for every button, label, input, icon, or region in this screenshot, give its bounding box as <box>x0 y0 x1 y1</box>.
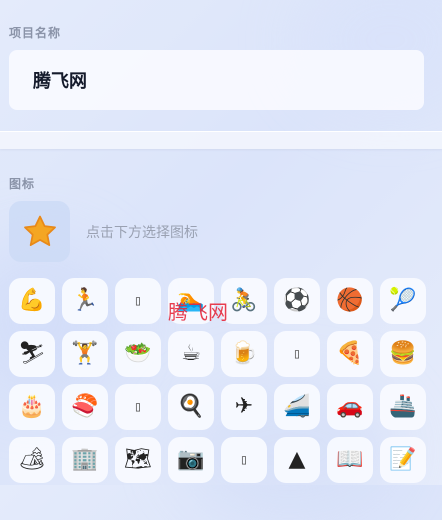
triangle-up-icon: ▲ <box>288 447 306 472</box>
icon-option[interactable]: 📖 <box>327 437 373 483</box>
missing-glyph-icon: ▯ <box>239 452 249 468</box>
icon-option[interactable]: 🚄 <box>274 384 320 430</box>
pizza-slice-icon: 🍕 <box>336 341 364 366</box>
swimming-person-icon: 🏊 <box>177 288 205 313</box>
airplane-icon: ✈ <box>234 394 254 419</box>
memo-icon: 📝 <box>389 447 417 472</box>
icon-option[interactable]: 📷 <box>168 437 214 483</box>
icon-section-label: 图标 <box>9 177 36 191</box>
running-person-icon: 🏃 <box>71 288 99 313</box>
birthday-cake-icon: 🎂 <box>18 394 46 419</box>
bullet-train-icon: 🚄 <box>283 394 311 419</box>
icon-option[interactable]: ▯ <box>115 278 161 324</box>
icon-grid: 💪 🏃 ▯ 🏊 🚴 ⚽ 🏀 🎾 ⛷ 🏋 🥗 ☕ 🍺 ▯ 🍕 🍔 🎂 🍣 ▯ 🍳 ✈ 🚄 🚗 🚢 🏕 🏢 🗺 📷 ▯ ▲ 📖 📝 <box>9 278 426 483</box>
icon-select-hint: 点击下方选择图标 <box>86 225 198 241</box>
car-icon: 🚗 <box>336 394 364 419</box>
icon-option[interactable]: ▲ <box>274 437 320 483</box>
tennis-racket-icon: 🎾 <box>389 288 417 313</box>
weightlifter-icon: 🏋 <box>71 341 99 366</box>
flexed-biceps-icon: 💪 <box>18 288 46 313</box>
sushi-icon: 🍣 <box>71 394 99 419</box>
ship-icon: 🚢 <box>389 394 417 419</box>
icon-option[interactable]: 🚢 <box>380 384 426 430</box>
icon-option[interactable]: ⚽ <box>274 278 320 324</box>
project-name-field[interactable]: 腾飞网 <box>9 50 424 110</box>
icon-option[interactable]: 📝 <box>380 437 426 483</box>
frying-pan-icon: 🍳 <box>177 394 205 419</box>
basketball-hoop-icon: 🏀 <box>336 288 364 313</box>
camping-icon: 🏕 <box>18 447 46 472</box>
icon-option[interactable]: 🚗 <box>327 384 373 430</box>
missing-glyph-icon: ▯ <box>292 346 302 362</box>
icon-option[interactable]: 🗺 <box>115 437 161 483</box>
beer-mug-icon: 🍺 <box>230 341 258 366</box>
missing-glyph-icon: ▯ <box>133 293 143 309</box>
icon-option[interactable]: ▯ <box>115 384 161 430</box>
icon-option[interactable]: 🎂 <box>9 384 55 430</box>
icon-option[interactable]: 🏢 <box>62 437 108 483</box>
soccer-ball-icon: ⚽ <box>283 288 311 313</box>
icon-option[interactable]: ▯ <box>274 331 320 377</box>
icon-option[interactable]: 🏊 <box>168 278 214 324</box>
icon-option[interactable]: 🏀 <box>327 278 373 324</box>
missing-glyph-icon: ▯ <box>133 399 143 415</box>
icon-option[interactable]: ▯ <box>221 437 267 483</box>
skier-icon: ⛷ <box>18 341 46 366</box>
icon-option[interactable]: 🚴 <box>221 278 267 324</box>
icon-option[interactable]: 🏕 <box>9 437 55 483</box>
section-divider <box>0 131 442 149</box>
selected-icon-preview[interactable] <box>9 201 70 262</box>
coffee-cup-icon: ☕ <box>181 341 201 366</box>
icon-option[interactable]: 🏋 <box>62 331 108 377</box>
hamburger-icon: 🍔 <box>389 341 417 366</box>
icon-option[interactable]: 🍳 <box>168 384 214 430</box>
icon-option[interactable]: 🍕 <box>327 331 373 377</box>
icon-option[interactable]: 🥗 <box>115 331 161 377</box>
project-name-label: 项目名称 <box>9 26 62 40</box>
icon-option[interactable]: 🍺 <box>221 331 267 377</box>
open-book-icon: 📖 <box>336 447 364 472</box>
camera-icon: 📷 <box>177 447 205 472</box>
world-map-icon: 🗺 <box>124 447 152 472</box>
icon-option[interactable]: ✈ <box>221 384 267 430</box>
icon-option[interactable]: 💪 <box>9 278 55 324</box>
building-icon: 🏢 <box>71 447 99 472</box>
icon-option[interactable]: ⛷ <box>9 331 55 377</box>
cyclist-icon: 🚴 <box>230 288 258 313</box>
icon-option[interactable]: 🍔 <box>380 331 426 377</box>
star-icon <box>23 215 56 246</box>
icon-option[interactable]: 🎾 <box>380 278 426 324</box>
food-bowl-icon: 🥗 <box>124 341 152 366</box>
icon-option[interactable]: 🏃 <box>62 278 108 324</box>
icon-option[interactable]: 🍣 <box>62 384 108 430</box>
icon-option[interactable]: ☕ <box>168 331 214 377</box>
project-name-value: 腾飞网 <box>33 71 87 92</box>
